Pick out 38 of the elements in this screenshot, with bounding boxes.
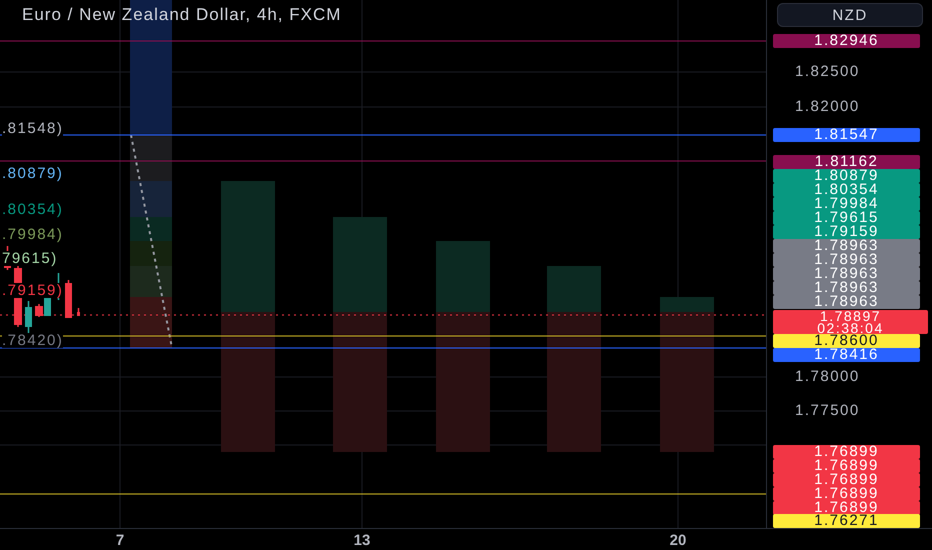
price-tag: 1.78963: [773, 239, 920, 253]
price-tag: 1.76899: [773, 501, 920, 515]
chart-title: Euro / New Zealand Dollar, 4h, FXCM: [22, 5, 342, 25]
price-tag: 1.76899: [773, 473, 920, 487]
price-tick-label: 1.78000: [795, 369, 860, 385]
fib-level-label: .80879): [2, 166, 64, 181]
price-tick-label: 1.77500: [795, 403, 860, 419]
fib-level-label: 79615): [2, 251, 58, 266]
fib-level-label: .80354): [2, 202, 64, 217]
current-price-tag: 1.78897 02:38:04: [773, 310, 928, 334]
price-tag: 1.80879: [773, 169, 920, 183]
price-tag: 1.76899: [773, 459, 920, 473]
price-tag: 1.78963: [773, 281, 920, 295]
price-tag: 1.78963: [773, 295, 920, 309]
currency-button[interactable]: NZD: [777, 3, 923, 27]
price-tag: 1.80354: [773, 183, 920, 197]
price-tag: 1.76271: [773, 514, 920, 528]
price-tag: 1.78963: [773, 253, 920, 267]
price-tag: 1.76899: [773, 445, 920, 459]
price-tick-label: 1.82500: [795, 64, 860, 80]
time-tick-label: 13: [352, 532, 372, 549]
price-tag: 1.78416: [773, 348, 920, 362]
fib-level-label: .81548): [2, 121, 64, 136]
fib-level-label: .78420): [2, 333, 64, 348]
price-tick-label: 1.82000: [795, 99, 860, 115]
price-tag: 1.79984: [773, 197, 920, 211]
price-tag: 1.81547: [773, 128, 920, 142]
price-tag: 1.78600: [773, 334, 920, 348]
time-tick-label: 7: [114, 532, 126, 549]
price-tag: 1.81162: [773, 155, 920, 169]
price-tag: 1.79615: [773, 211, 920, 225]
time-tick-label: 20: [668, 532, 688, 549]
price-tag: 1.76899: [773, 487, 920, 501]
price-tag: 1.78963: [773, 267, 920, 281]
price-tag: 1.82946: [773, 34, 920, 48]
price-tag: 1.79159: [773, 225, 920, 239]
fib-level-label: .79984): [2, 227, 64, 242]
fib-level-label: .79159): [2, 283, 64, 298]
